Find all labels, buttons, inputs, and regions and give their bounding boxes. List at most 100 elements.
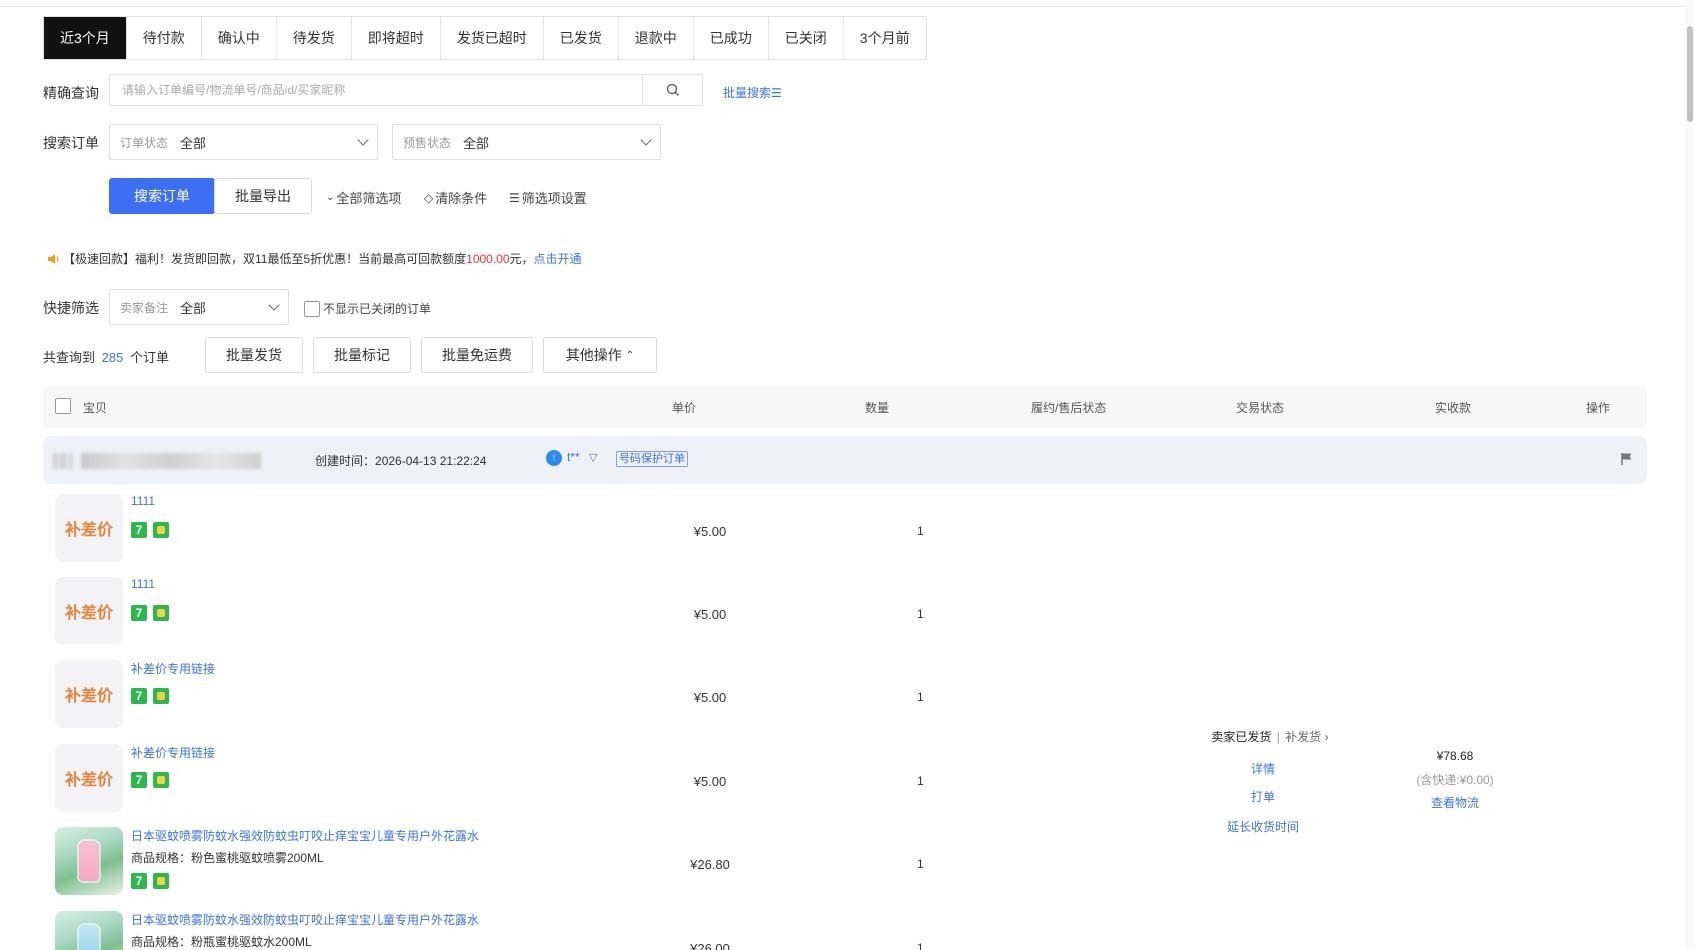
seven-day-return-icon: 7 <box>131 605 147 621</box>
hide-closed-orders-checkbox[interactable]: 不显示已关闭的订单 <box>304 300 431 317</box>
item-title-link[interactable]: 1111 <box>131 577 155 591</box>
extend-receipt-link[interactable]: 延长收货时间 <box>1213 818 1313 835</box>
item-price: ¥5.00 <box>693 690 727 705</box>
order-status-select[interactable]: 订单状态 全部 <box>109 124 378 160</box>
presale-status-select[interactable]: 预售状态 全部 <box>392 124 661 160</box>
tab-shipped[interactable]: 已发货 <box>544 17 619 59</box>
vertical-scrollbar[interactable] <box>1685 0 1695 950</box>
order-item: 日本驱蚊喷雾防蚊水强效防蚊虫叮咬止痒宝宝儿童专用户外花露水 商品规格：粉色蜜桃驱… <box>55 827 955 897</box>
flag-icon[interactable] <box>1621 452 1633 466</box>
order-status-tabs: 近3个月 待付款 确认中 待发货 即将超时 发货已超时 已发货 退款中 已成功 … <box>43 16 927 60</box>
seller-remark-select-label: 卖家备注 <box>120 300 169 315</box>
guarantee-icon <box>153 873 169 889</box>
hide-closed-orders-label: 不显示已关闭的订单 <box>323 302 432 316</box>
precise-search-box <box>109 74 703 106</box>
search-orders-button[interactable]: 搜索订单 <box>109 178 215 214</box>
trade-status-text: 卖家已发货 <box>1211 730 1272 744</box>
item-title-link[interactable]: 日本驱蚊喷雾防蚊水强效防蚊虫叮咬止痒宝宝儿童专用户外花露水 <box>131 827 479 844</box>
header-item: 宝贝 <box>83 401 108 415</box>
product-bottle-image <box>79 841 99 881</box>
chevron-down-icon: ⌄ <box>326 192 335 203</box>
item-product-image[interactable] <box>55 827 123 895</box>
shipping-fee-note: (含快递:¥0.00) <box>1416 773 1494 787</box>
presale-status-select-value: 全部 <box>463 135 490 151</box>
chevron-down-icon <box>357 134 369 146</box>
tab-pending-shipment[interactable]: 待发货 <box>277 17 352 59</box>
all-filters-toggle[interactable]: ⌄ 全部筛选项 <box>326 188 401 207</box>
guarantee-icon <box>153 522 169 538</box>
select-all-checkbox[interactable] <box>55 398 71 414</box>
other-actions-button[interactable]: 其他操作 ⌃ <box>543 337 657 373</box>
trade-status-line: 卖家已发货 | 补发货 › <box>1211 730 1329 744</box>
item-thumbnail[interactable]: 补差价 <box>55 577 123 645</box>
tab-shipment-overdue[interactable]: 发货已超时 <box>441 17 544 59</box>
notice-open-link[interactable]: 点击开通 <box>534 250 582 267</box>
order-item: 补差价 1111 7 ¥5.00 1 <box>55 577 955 647</box>
received-amount: ¥78.68 <box>1436 749 1474 763</box>
speaker-icon <box>48 253 59 264</box>
item-title-link[interactable]: 补差价专用链接 <box>131 744 215 761</box>
precise-search-input[interactable] <box>110 75 640 105</box>
batch-export-button[interactable]: 批量导出 <box>214 178 312 214</box>
product-bottle-image <box>79 925 99 950</box>
tab-refunding[interactable]: 退款中 <box>619 17 694 59</box>
wangwang-chat-icon[interactable]: ⁞ <box>546 450 562 466</box>
seller-remark-select[interactable]: 卖家备注 全部 <box>109 289 289 325</box>
tab-closed[interactable]: 已关闭 <box>769 17 844 59</box>
print-waybill-link[interactable]: 打单 <box>1213 788 1313 805</box>
item-spec: 商品规格：粉色蜜桃驱蚊喷雾200ML <box>131 851 324 865</box>
view-logistics-link[interactable]: 查看物流 <box>1395 794 1515 811</box>
blurred-checkbox <box>53 453 73 469</box>
notice-text: 【极速回款】福利！发货即回款，双11最低至5折优惠！当前最高可回款额度 <box>63 252 467 266</box>
guarantee-icon <box>153 605 169 621</box>
batch-ship-button[interactable]: 批量发货 <box>205 337 303 373</box>
seller-remark-select-value: 全部 <box>180 300 207 316</box>
order-count-summary: 共查询到 285 个订单 <box>43 347 169 366</box>
filter-settings-button[interactable]: ☰ 筛选项设置 <box>509 188 587 207</box>
item-badges: 7 <box>131 873 169 889</box>
item-badges: 7 <box>131 688 169 704</box>
search-submit-button[interactable] <box>642 75 702 105</box>
tab-older-than-3-months[interactable]: 3个月前 <box>844 17 926 59</box>
item-price: ¥26.80 <box>690 857 730 872</box>
tab-pending-payment[interactable]: 待付款 <box>127 17 202 59</box>
tab-confirming[interactable]: 确认中 <box>202 17 277 59</box>
quick-filter-label: 快捷筛选 <box>43 300 99 316</box>
seven-day-return-icon: 7 <box>131 688 147 704</box>
number-protection-tag: 号码保护订单 <box>616 451 688 467</box>
item-title-link[interactable]: 日本驱蚊喷雾防蚊水强效防蚊虫叮咬止痒宝宝儿童专用户外花露水 <box>131 911 479 928</box>
item-thumbnail[interactable]: 补差价 <box>55 660 123 728</box>
guarantee-icon <box>153 772 169 788</box>
header-unit-price: 单价 <box>672 401 697 415</box>
order-detail-link[interactable]: 详情 <box>1213 760 1313 777</box>
order-table-header: 宝贝 单价 数量 履约/售后状态 交易状态 实收款 操作 <box>43 386 1647 428</box>
header-operation: 操作 <box>1586 401 1611 415</box>
item-quantity: 1 <box>917 774 924 788</box>
batch-mark-button[interactable]: 批量标记 <box>313 337 411 373</box>
tab-succeeded[interactable]: 已成功 <box>694 17 769 59</box>
buyer-nickname[interactable]: t** <box>567 450 580 464</box>
item-quantity: 1 <box>917 524 924 538</box>
reship-link[interactable]: 补发货 <box>1285 730 1321 744</box>
eraser-icon: ◇ <box>424 190 434 205</box>
checkbox-box[interactable] <box>304 300 320 317</box>
item-product-image[interactable] <box>55 911 123 950</box>
item-title-link[interactable]: 补差价专用链接 <box>131 660 215 677</box>
order-status-select-label: 订单状态 <box>120 135 169 150</box>
clear-conditions-button[interactable]: ◇ 清除条件 <box>424 188 487 207</box>
filter-icon[interactable]: ▽ <box>589 451 597 464</box>
tab-recent-3-months[interactable]: 近3个月 <box>44 17 127 59</box>
item-badges: 7 <box>131 522 169 538</box>
item-thumbnail[interactable]: 补差价 <box>55 494 123 562</box>
header-after-sale-status: 履约/售后状态 <box>1031 401 1107 415</box>
item-thumbnail[interactable]: 补差价 <box>55 744 123 812</box>
item-title-link[interactable]: 1111 <box>131 494 155 508</box>
batch-free-shipping-button[interactable]: 批量免运费 <box>421 337 533 373</box>
scrollbar-thumb[interactable] <box>1687 26 1693 122</box>
batch-search-link[interactable]: 批量搜索 ☰ <box>723 84 782 101</box>
tab-about-to-timeout[interactable]: 即将超时 <box>352 17 441 59</box>
created-time-label: 创建时间： <box>315 454 376 468</box>
chevron-right-icon: › <box>1324 730 1329 744</box>
header-received-amount: 实收款 <box>1435 401 1472 415</box>
item-quantity: 1 <box>917 690 924 704</box>
